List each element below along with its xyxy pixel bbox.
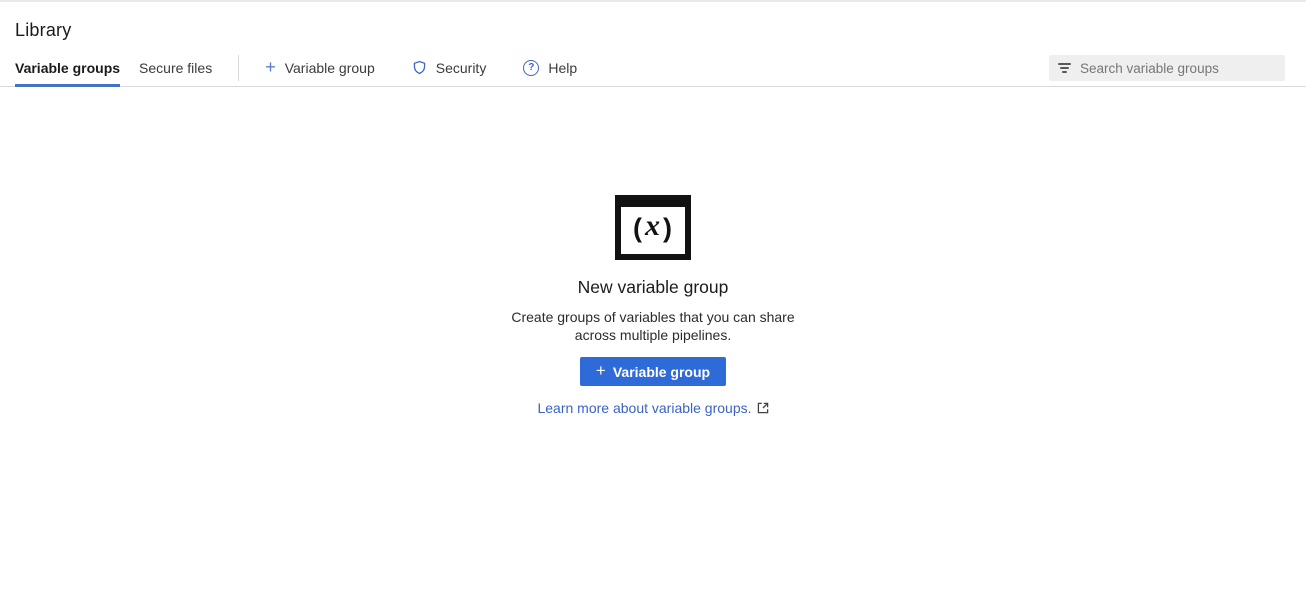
tab-variable-groups-label: Variable groups [15,60,120,76]
security-button[interactable]: Security [412,60,487,76]
help-icon: ? [523,60,539,76]
add-variable-group-button[interactable]: + Variable group [265,59,375,77]
empty-state-description: Create groups of variables that you can … [511,309,794,344]
tab-toolbar-row: Variable groups Secure files + Variable … [0,50,1306,87]
tab-variable-groups[interactable]: Variable groups [15,50,120,86]
tab-secure-files-label: Secure files [139,60,212,76]
toolbar: + Variable group Security ? Help [265,50,1306,86]
external-link-icon [757,402,769,414]
description-line-1: Create groups of variables that you can … [511,309,794,327]
paren-close: ) [663,213,673,244]
toolbar-divider [238,55,239,81]
tab-secure-files[interactable]: Secure files [139,50,212,86]
search-input[interactable] [1080,61,1276,76]
filter-icon [1058,63,1071,73]
paren-open: ( [633,213,643,244]
security-label: Security [436,60,487,76]
empty-state: ( x ) New variable group Create groups o… [0,195,1306,416]
variable-group-icon: ( x ) [615,195,691,260]
x-glyph: x [643,209,663,243]
search-box[interactable] [1049,55,1285,81]
learn-more-label: Learn more about variable groups. [537,400,751,416]
learn-more-link[interactable]: Learn more about variable groups. [537,400,768,416]
empty-state-title: New variable group [578,277,729,298]
description-line-2: across multiple pipelines. [511,327,794,345]
page-title: Library [15,20,1306,41]
cta-button-label: Variable group [613,364,710,380]
shield-icon [412,60,427,76]
help-label: Help [548,60,577,76]
plus-icon: + [265,58,276,76]
variable-group-cta-button[interactable]: + Variable group [580,357,726,386]
variable-group-icon-body: ( x ) [621,207,685,249]
plus-icon: + [596,362,606,379]
help-button[interactable]: ? Help [523,60,577,76]
add-variable-group-label: Variable group [285,60,375,76]
page-header: Library [0,2,1306,41]
